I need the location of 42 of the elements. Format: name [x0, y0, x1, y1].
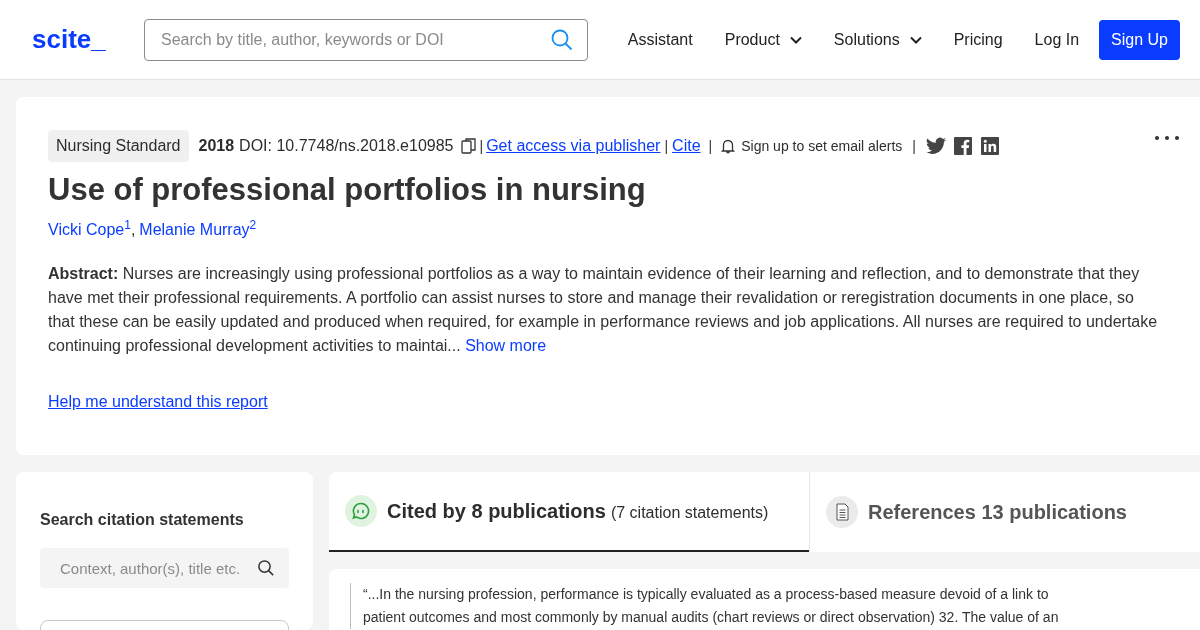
show-more-link[interactable]: Show more — [465, 337, 547, 354]
separator: | — [479, 136, 484, 156]
linkedin-icon[interactable] — [980, 137, 999, 155]
nav-link[interactable]: Solutions — [833, 27, 922, 52]
author-link[interactable]: Vicki Cope$^{1}$ — [48, 218, 131, 242]
citation-search-field[interactable]: Context, author(s), title etc. — [40, 548, 289, 588]
separator: | — [664, 136, 669, 156]
access-link[interactable]: Get access via publisher — [486, 134, 661, 158]
year-text: 2018 — [198, 136, 235, 156]
nav-link[interactable]: Log In — [1034, 27, 1080, 52]
alerts-link[interactable]: Sign up to set email alerts — [741, 135, 903, 157]
nav-link[interactable]: Assistant — [627, 27, 693, 52]
abstract-text: Abstract: Nurses are increasingly using professional portfolios as a way to maintain evidence of their learning and reflection, and to demonstrate that they have met their professional requirements. A portfolio can assist nurses to store and manage their revalidation or reregistration documents in one place, so that these can be easily updated and produced when required, for example in performance reviews and job applications. All nurses are required to undertake continuing professional development activities to maintai... Show more — [48, 264, 1159, 356]
help-link[interactable]: Help me understand this report — [48, 390, 268, 414]
separator: | — [708, 136, 713, 156]
cite-link[interactable]: Cite — [672, 134, 701, 158]
facebook-icon[interactable] — [953, 137, 972, 155]
citation-quote: “...In the nursing profession, performance is typically evaluated as a process-based measure devoid of a link to patient outcomes and most commonly by manual audits (chart reviews or direct observation) 32. The value of an — [363, 585, 1060, 627]
speech-bubble-icon — [345, 495, 377, 527]
journal-tag: Nursing Standard — [48, 130, 189, 162]
twitter-icon[interactable] — [925, 137, 946, 155]
search-icon — [257, 559, 275, 577]
article-title: Use of professional portfolios in nursing — [48, 171, 647, 209]
search-icon — [550, 27, 574, 52]
copy-icon[interactable] — [460, 138, 477, 154]
search-field[interactable]: Search by title, author, keywords or DOI — [144, 18, 588, 61]
document-icon — [826, 496, 858, 528]
comma: , — [130, 221, 136, 240]
chevron-down-icon — [789, 35, 802, 44]
nav-link[interactable]: Product — [724, 27, 802, 52]
bell-icon[interactable] — [720, 138, 737, 154]
author-link[interactable]: Melanie Murray$^{2}$ — [139, 218, 257, 242]
nav-link[interactable]: Pricing — [953, 27, 1003, 52]
doi-text: DOI: 10.7748/ns.2018.e10985 — [239, 136, 454, 156]
chevron-down-icon — [909, 35, 922, 44]
more-options-icon[interactable] — [1154, 135, 1180, 141]
tab[interactable]: Cited by 8 publications (7 citation statements) — [329, 472, 809, 552]
sidebar-heading: Search citation statements — [40, 510, 245, 530]
separator: | — [912, 136, 916, 156]
sign-up-button[interactable]: Sign Up — [1099, 19, 1180, 60]
logo[interactable]: scite_ — [32, 20, 144, 59]
tab[interactable]: References 13 publications — [809, 472, 1200, 552]
